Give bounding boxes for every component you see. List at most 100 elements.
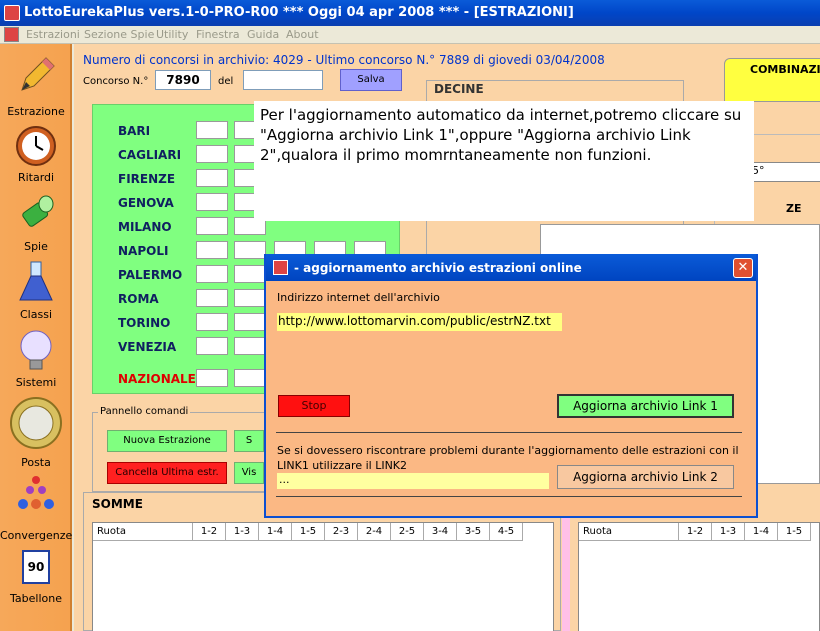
ruota-genova: GENOVA [118, 196, 174, 210]
number-cell[interactable] [234, 289, 266, 307]
stop-button[interactable]: Stop [278, 395, 350, 417]
grid-header[interactable]: 1-4 [259, 523, 292, 541]
grid-header[interactable]: 1-5 [778, 523, 811, 541]
flask-icon [19, 261, 53, 301]
ruota-venezia: VENEZIA [118, 340, 177, 354]
menu-bar: Estrazioni Sezione Spie Utility Finestra… [0, 26, 820, 44]
right-somme-grid[interactable]: Ruota 1-2 1-3 1-4 1-5 [578, 522, 820, 631]
right-ze-label: ZE [786, 202, 802, 215]
url-field[interactable]: http://www.lottomarvin.com/public/estrNZ… [277, 313, 562, 331]
grid-header[interactable]: 1-3 [226, 523, 259, 541]
mdi-icon[interactable] [4, 27, 19, 42]
number-cell[interactable] [196, 265, 228, 283]
menu-guida[interactable]: Guida [247, 28, 279, 41]
combinazioni-label: COMBINAZIO [750, 63, 820, 76]
clock-icon [16, 126, 56, 166]
ruota-firenze: FIRENZE [118, 172, 176, 186]
concorso-input[interactable]: 7890 [155, 70, 211, 90]
vis-button[interactable]: Vis [234, 462, 264, 484]
balls-icon [18, 476, 54, 509]
nuova-estrazione-button[interactable]: Nuova Estrazione [107, 430, 227, 452]
number-cell[interactable] [234, 313, 266, 331]
dialog-title: - aggiornamento archivio estrazioni onli… [294, 261, 582, 275]
ruota-milano: MILANO [118, 220, 172, 234]
grid-header[interactable]: 4-5 [490, 523, 523, 541]
number-cell[interactable] [196, 289, 228, 307]
menu-about[interactable]: About [286, 28, 319, 41]
separator [276, 496, 742, 497]
menu-finestra[interactable]: Finestra [196, 28, 240, 41]
grid-header[interactable]: Ruota [579, 523, 679, 541]
number-cell[interactable] [196, 193, 228, 211]
ruota-roma: ROMA [118, 292, 159, 306]
ruota-bari: BARI [118, 124, 151, 138]
s-button[interactable]: S [234, 430, 264, 452]
number-cell[interactable] [196, 241, 228, 259]
pencil-icon [21, 57, 55, 91]
menu-estrazioni[interactable]: Estrazioni [26, 28, 80, 41]
app-icon[interactable] [4, 5, 20, 21]
window-title: LottoEurekaPlus vers.1-0-PRO-R00 *** Ogg… [24, 5, 574, 20]
date-input[interactable] [243, 70, 323, 90]
salva-button[interactable]: Salva [340, 69, 402, 91]
status-field: ... [277, 473, 549, 489]
grid-header[interactable]: 2-4 [358, 523, 391, 541]
number-cell[interactable] [234, 265, 266, 283]
number-cell[interactable] [196, 313, 228, 331]
grid-header[interactable]: 3-5 [457, 523, 490, 541]
ruota-nazionale: NAZIONALE [118, 372, 196, 386]
update-dialog: - aggiornamento archivio estrazioni onli… [264, 254, 758, 518]
sidebar-label: Classi [20, 308, 52, 321]
somme-label: SOMME [92, 497, 143, 511]
number-cell[interactable] [196, 337, 228, 355]
euro-coin-icon [10, 397, 62, 449]
address-label: Indirizzo internet dell'archivio [277, 291, 440, 304]
separator [276, 432, 742, 433]
grid-header[interactable]: 2-3 [325, 523, 358, 541]
sidebar-item-convergenze[interactable]: Convergenze [0, 474, 72, 542]
grid-header[interactable]: 3-4 [424, 523, 457, 541]
sidebar-label: Spie [24, 240, 48, 253]
help-tooltip: Per l'aggiornamento automatico da intern… [254, 101, 754, 221]
grid-header[interactable]: 2-5 [391, 523, 424, 541]
grid-header[interactable]: 1-4 [745, 523, 778, 541]
sidebar-item-sistemi[interactable]: Sistemi [0, 328, 72, 389]
lightbulb-icon [20, 330, 52, 370]
number-cell[interactable] [196, 169, 228, 187]
grid-header[interactable]: 1-2 [193, 523, 226, 541]
dialog-app-icon [273, 260, 288, 275]
sidebar-label: Estrazione [7, 105, 65, 118]
pannello-label: Pannello comandi [98, 406, 191, 417]
number-cell[interactable] [234, 241, 266, 259]
number-cell[interactable] [234, 337, 266, 355]
menu-sezione-spie[interactable]: Sezione Spie [84, 28, 154, 41]
sidebar-item-posta[interactable]: Posta [0, 396, 72, 470]
number-cell[interactable] [196, 121, 228, 139]
grid-header[interactable]: 1-2 [679, 523, 712, 541]
grid-header[interactable]: Ruota [93, 523, 193, 541]
number-cell[interactable] [196, 145, 228, 163]
sidebar-item-ritardi[interactable]: Ritardi [0, 124, 72, 184]
title-bar: LottoEurekaPlus vers.1-0-PRO-R00 *** Ogg… [0, 0, 820, 26]
somme-grid[interactable]: Ruota 1-2 1-3 1-4 1-5 2-3 2-4 2-5 3-4 3-… [92, 522, 554, 631]
flashlight-icon [22, 195, 54, 227]
sidebar-item-estrazione[interactable]: Estrazione [0, 54, 72, 120]
sidebar-label: Convergenze [0, 529, 73, 542]
tooltip-text: Per l'aggiornamento automatico da intern… [260, 106, 742, 164]
number-cell[interactable] [196, 369, 228, 387]
number-cell[interactable] [234, 369, 266, 387]
grid-header[interactable]: 1-3 [712, 523, 745, 541]
dialog-title-bar[interactable]: - aggiornamento archivio estrazioni onli… [266, 254, 756, 281]
close-button[interactable]: ✕ [733, 258, 753, 278]
sidebar-item-classi[interactable]: Classi [0, 260, 72, 321]
grid-header[interactable]: 1-5 [292, 523, 325, 541]
sidebar-item-spie[interactable]: Spie [0, 192, 72, 253]
ruota-napoli: NAPOLI [118, 244, 169, 258]
tabellone-icon: 90 [22, 550, 50, 584]
menu-utility[interactable]: Utility [156, 28, 188, 41]
cancella-ultima-button[interactable]: Cancella Ultima estr. [107, 462, 227, 484]
aggiorna-link2-button[interactable]: Aggiorna archivio Link 2 [557, 465, 734, 489]
aggiorna-link1-button[interactable]: Aggiorna archivio Link 1 [557, 394, 734, 418]
number-cell[interactable] [196, 217, 228, 235]
sidebar-item-tabellone[interactable]: 90 Tabellone [0, 550, 72, 610]
